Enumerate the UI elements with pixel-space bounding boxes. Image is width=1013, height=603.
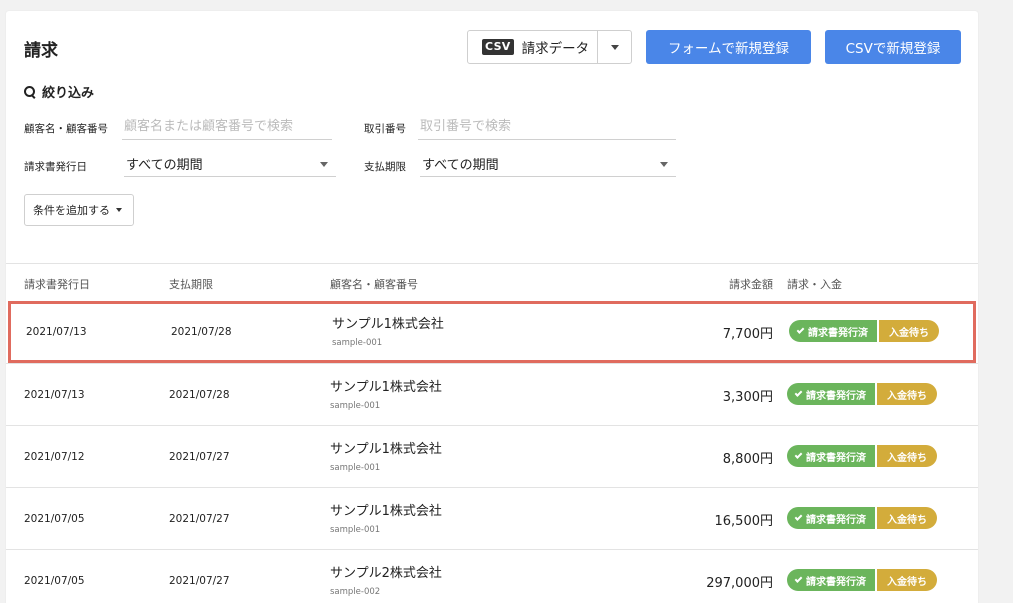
table-row[interactable]: 2021/07/13 2021/07/28 サンプル1株式会社 sample-0… <box>6 363 978 425</box>
csv-export-button[interactable]: CSV 請求データ <box>468 31 597 63</box>
row-amount: 7,700円 <box>722 327 773 342</box>
page-title: 請求 <box>24 41 58 61</box>
due-date-select-value: すべての期間 <box>422 158 499 173</box>
due-date-filter-label: 支払期限 <box>364 161 406 173</box>
row-customer-name[interactable]: サンプル1株式会社 <box>330 438 442 457</box>
invoice-card: 請求 CSV 請求データ フォームで新規登録 CSVで新規登録 絞り込み 顧客名… <box>6 11 978 603</box>
check-icon <box>794 513 803 521</box>
check-icon <box>794 451 803 459</box>
row-customer-name[interactable]: サンプル2株式会社 <box>330 562 442 581</box>
row-issue-date: 2021/07/12 <box>24 451 85 463</box>
column-due-date: 支払期限 <box>169 278 213 291</box>
row-issue-date: 2021/07/05 <box>24 513 85 525</box>
check-icon <box>794 389 803 397</box>
issue-date-select-value: すべての期間 <box>126 158 203 173</box>
table-row[interactable]: 2021/07/05 2021/07/27 サンプル1株式会社 sample-0… <box>6 487 978 549</box>
filter-heading: 絞り込み <box>24 82 94 101</box>
add-condition-button[interactable]: 条件を追加する <box>24 194 134 226</box>
csv-register-button[interactable]: CSVで新規登録 <box>825 30 961 64</box>
caret-down-icon <box>610 44 619 50</box>
row-customer-id: sample-001 <box>330 525 381 535</box>
csv-export-label: 請求データ <box>521 41 590 57</box>
customer-filter-label: 顧客名・顧客番号 <box>24 123 108 135</box>
row-customer-id: sample-002 <box>330 587 381 597</box>
row-customer-id: sample-001 <box>330 463 381 473</box>
filter-heading-label: 絞り込み <box>42 86 95 101</box>
status-badge-awaiting: 入金待ち <box>877 383 937 405</box>
status-badge-awaiting: 入金待ち <box>877 569 937 591</box>
csv-export-split-button: CSV 請求データ <box>467 30 632 64</box>
issue-date-select[interactable]: すべての期間 <box>124 151 336 177</box>
status-badge-awaiting: 入金待ち <box>877 445 937 467</box>
row-status: 請求書発行済 入金待ち <box>787 383 937 405</box>
csv-icon: CSV <box>482 39 514 55</box>
row-due-date: 2021/07/27 <box>169 451 230 463</box>
csv-export-dropdown[interactable] <box>597 31 631 63</box>
row-amount: 297,000円 <box>706 576 773 591</box>
status-badge-awaiting: 入金待ち <box>877 507 937 529</box>
row-due-date: 2021/07/28 <box>171 326 232 338</box>
row-due-date: 2021/07/28 <box>169 389 230 401</box>
customer-search-input[interactable] <box>122 114 332 140</box>
row-issue-date: 2021/07/05 <box>24 575 85 587</box>
search-icon <box>24 85 36 98</box>
row-due-date: 2021/07/27 <box>169 575 230 587</box>
row-due-date: 2021/07/27 <box>169 513 230 525</box>
row-amount: 3,300円 <box>722 390 773 405</box>
deal-search-input[interactable] <box>418 114 676 140</box>
row-status: 請求書発行済 入金待ち <box>789 320 939 342</box>
column-issue-date: 請求書発行日 <box>24 278 90 291</box>
add-condition-label: 条件を追加する <box>33 204 110 217</box>
table-row[interactable]: 2021/07/13 2021/07/28 サンプル1株式会社 sample-0… <box>8 301 976 363</box>
row-customer-id: sample-001 <box>330 401 381 411</box>
status-badge-issued: 請求書発行済 <box>787 383 875 405</box>
status-badge-issued: 請求書発行済 <box>787 507 875 529</box>
row-customer-id: sample-001 <box>332 338 383 348</box>
invoice-table: 2021/07/13 2021/07/28 サンプル1株式会社 sample-0… <box>6 301 978 603</box>
table-row[interactable]: 2021/07/05 2021/07/27 サンプル2株式会社 sample-0… <box>6 549 978 603</box>
row-issue-date: 2021/07/13 <box>26 326 87 338</box>
issue-date-filter-label: 請求書発行日 <box>24 161 87 173</box>
column-customer: 顧客名・顧客番号 <box>330 278 418 291</box>
table-row[interactable]: 2021/07/12 2021/07/27 サンプル1株式会社 sample-0… <box>6 425 978 487</box>
column-amount: 請求金額 <box>729 278 773 291</box>
row-status: 請求書発行済 入金待ち <box>787 445 937 467</box>
row-issue-date: 2021/07/13 <box>24 389 85 401</box>
check-icon <box>796 326 805 334</box>
chevron-down-icon <box>320 162 328 167</box>
check-icon <box>794 575 803 583</box>
row-status: 請求書発行済 入金待ち <box>787 569 937 591</box>
row-customer-name[interactable]: サンプル1株式会社 <box>330 500 442 519</box>
status-badge-issued: 請求書発行済 <box>787 569 875 591</box>
status-badge-awaiting: 入金待ち <box>879 320 939 342</box>
status-badge-issued: 請求書発行済 <box>787 445 875 467</box>
status-badge-issued: 請求書発行済 <box>789 320 877 342</box>
deal-filter-label: 取引番号 <box>364 123 406 135</box>
column-status: 請求・入金 <box>787 278 842 291</box>
form-register-button[interactable]: フォームで新規登録 <box>646 30 811 64</box>
caret-down-icon <box>116 208 122 212</box>
row-amount: 16,500円 <box>714 514 774 529</box>
row-status: 請求書発行済 入金待ち <box>787 507 937 529</box>
row-customer-name[interactable]: サンプル1株式会社 <box>332 313 444 332</box>
row-amount: 8,800円 <box>722 452 773 467</box>
due-date-select[interactable]: すべての期間 <box>420 151 676 177</box>
row-customer-name[interactable]: サンプル1株式会社 <box>330 376 442 395</box>
chevron-down-icon <box>660 162 668 167</box>
table-header: 請求書発行日 支払期限 顧客名・顧客番号 請求金額 請求・入金 <box>6 263 978 301</box>
